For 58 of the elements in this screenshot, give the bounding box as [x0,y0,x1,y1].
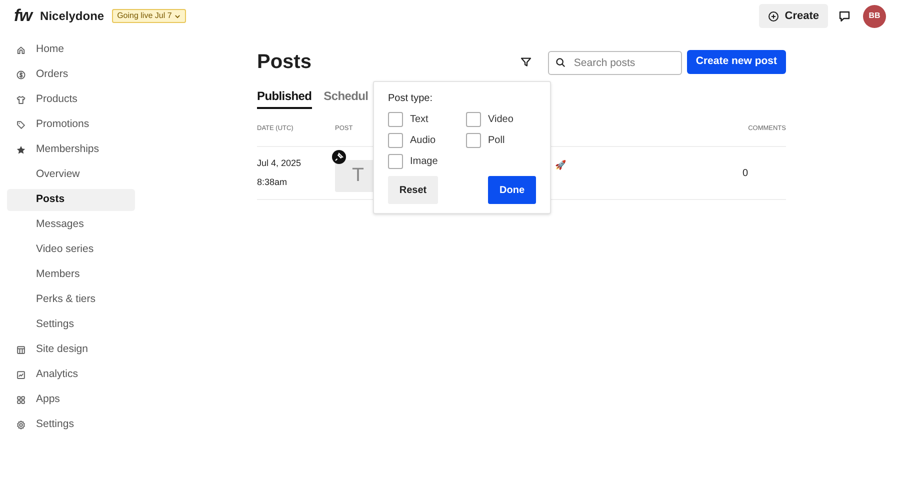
checkbox[interactable] [388,154,403,169]
sidebar-item[interactable]: Orders [7,64,135,86]
chat-icon[interactable] [838,10,851,22]
checkbox-label: Text [410,113,428,127]
search-field[interactable]: Search posts [548,51,682,75]
sidebar-item[interactable]: Analytics [7,364,135,386]
checkbox[interactable] [466,133,481,148]
tab[interactable]: Published [257,87,312,109]
avatar[interactable]: BB [863,4,886,28]
sidebar-item[interactable]: Perks & tiers [7,289,135,311]
thumbnail-letter: T [352,164,364,188]
search-icon [554,56,566,68]
filter-icon[interactable] [520,56,532,68]
checkbox-label: Image [410,155,438,169]
comment-count: 0 [742,166,748,180]
sidebar-item[interactable]: Products [7,89,135,111]
date-text: Jul 4, 2025 [257,156,302,170]
layout-icon [16,345,26,355]
settings-icon [16,420,26,430]
chevron-icon [174,12,181,20]
sidebar-item[interactable]: Apps [7,389,135,411]
sidebar-item[interactable]: Posts [7,189,135,211]
sidebar-item[interactable]: Promotions [7,114,135,136]
plus-circle-icon [768,10,779,22]
home-icon [16,45,26,55]
checkbox[interactable] [388,112,403,127]
create-button[interactable]: Create [758,4,828,28]
shirt-icon [16,95,26,105]
checkbox-label: Poll [488,134,505,148]
logo[interactable]: fw [14,3,32,29]
checkbox[interactable] [466,112,481,127]
dollar-icon [16,70,26,80]
store-name: Nicelydone [40,8,104,25]
sidebar-item[interactable]: Settings [7,414,135,436]
tag-icon [16,120,26,130]
checkbox-label: Audio [410,134,436,148]
sidebar-item[interactable]: Video series [7,239,135,261]
sidebar-item[interactable]: Settings [7,314,135,336]
chart-icon [16,370,26,380]
sidebar-item[interactable]: Home [7,39,135,61]
sidebar-item[interactable]: Messages [7,214,135,236]
sidebar-item[interactable]: Site design [7,339,135,361]
star-icon [16,145,26,155]
checkbox-label: Video [488,113,514,127]
grid-icon [16,395,26,405]
popover-title: Post type: [388,92,434,106]
checkbox[interactable] [388,133,403,148]
sidebar-item[interactable]: Overview [7,164,135,186]
page-title: Posts [257,50,312,75]
sidebar-item[interactable]: Members [7,264,135,286]
sidebar-item[interactable]: Memberships [7,139,135,161]
launch-badge[interactable]: Going live Jul 7 [112,9,186,23]
time-text: 8:38am [257,176,288,189]
reset-button[interactable]: Reset [388,176,438,204]
done-button[interactable]: Done [488,176,536,204]
tab[interactable]: Schedul [324,87,368,109]
create-post-button[interactable]: Create new post [686,50,786,74]
emoji: 🚀 [555,159,566,172]
